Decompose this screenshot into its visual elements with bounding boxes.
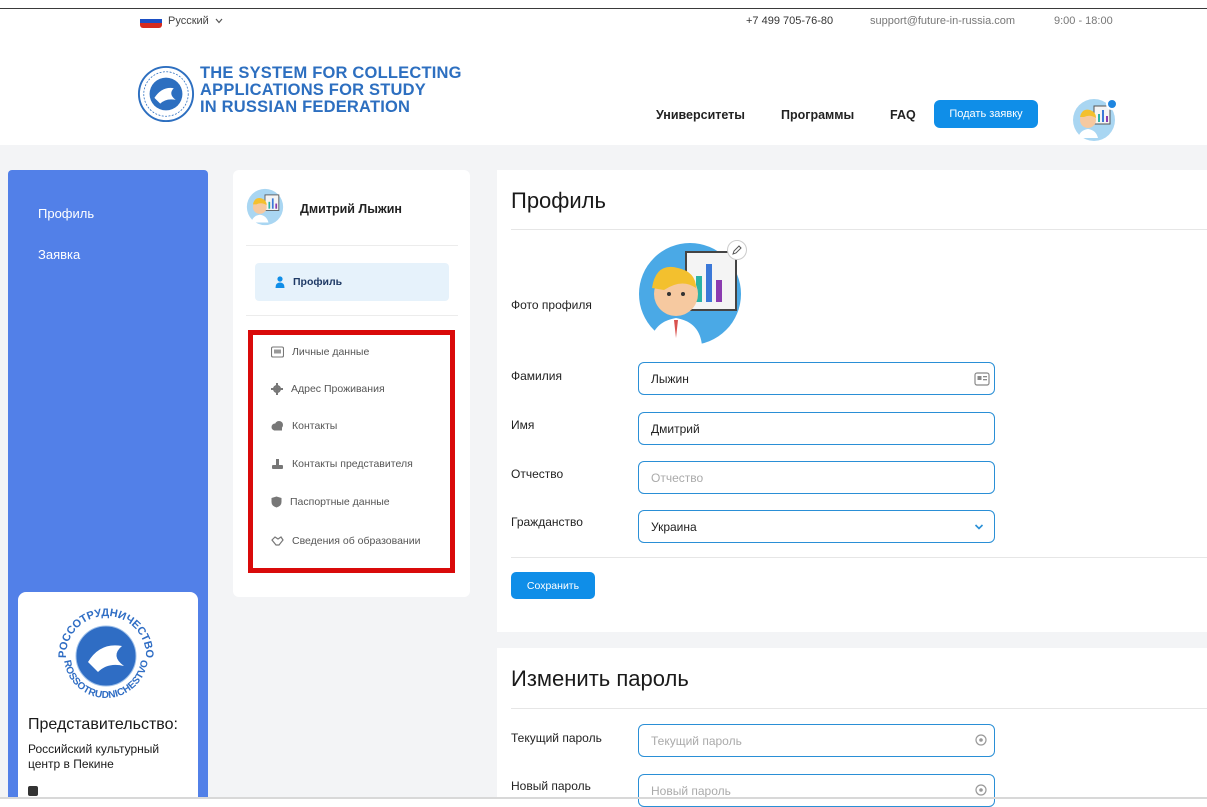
profile-nav-label: Профиль — [293, 276, 343, 288]
menu-residence-address[interactable]: Адрес Проживания — [271, 383, 385, 395]
rossotrudnichestvo-emblem: РОССОТРУДНИЧЕСТВО ROSSOTRUDNICHESTVO — [57, 607, 155, 701]
working-hours: 9:00 - 18:00 — [1054, 15, 1113, 27]
menu-contacts[interactable]: Контакты — [271, 420, 337, 432]
divider — [511, 557, 1207, 558]
language-selector[interactable]: Русский — [140, 14, 223, 28]
divider — [246, 315, 458, 316]
menu-personal-data[interactable]: Личные данные — [271, 346, 369, 358]
email-link[interactable]: support@future-in-russia.com — [870, 15, 1015, 27]
hand-icon — [272, 459, 283, 469]
menu-label: Контакты представителя — [292, 458, 413, 470]
menu-representative-contacts[interactable]: Контакты представителя — [271, 458, 413, 470]
divider — [511, 708, 1207, 709]
profile-nav-active[interactable]: Профиль — [255, 263, 449, 301]
apply-button[interactable]: Подать заявку — [934, 100, 1038, 128]
edit-photo-button[interactable] — [727, 240, 747, 260]
chevron-down-icon[interactable] — [971, 519, 987, 535]
menu-label: Паспортные данные — [290, 496, 390, 508]
current-password-label: Текущий пароль — [511, 731, 602, 745]
contact-card-icon[interactable] — [974, 371, 990, 387]
patronymic-input[interactable] — [638, 461, 995, 494]
patronymic-label: Отчество — [511, 467, 564, 481]
surname-label: Фамилия — [511, 369, 562, 383]
profile-panel: Профиль Фото профиля Фамилия Имя Отчеств… — [497, 170, 1207, 632]
chevron-down-icon — [215, 18, 223, 24]
menu-passport-data[interactable]: Паспортные данные — [271, 496, 390, 508]
logo-line-3: IN RUSSIAN FEDERATION — [200, 98, 411, 116]
representation-title: Представительство: — [28, 716, 178, 733]
new-password-input[interactable] — [638, 774, 995, 807]
page-title: Профиль — [511, 188, 606, 213]
user-name: Дмитрий Лыжин — [300, 202, 402, 216]
site-header: THE SYSTEM FOR COLLECTING APPLICATIONS F… — [0, 40, 1207, 145]
profile-navigation-card: Дмитрий Лыжин Профиль Личные данные Адре… — [233, 170, 470, 597]
new-password-label: Новый пароль — [511, 779, 591, 793]
rossotrudnichestvo-logo-icon[interactable] — [137, 65, 195, 123]
window-top-border — [0, 8, 1207, 9]
representation-text: Российский культурный центр в Пекине — [28, 742, 160, 771]
pencil-icon — [732, 245, 742, 255]
citizenship-select[interactable]: Украина — [638, 510, 995, 543]
user-avatar[interactable] — [1072, 98, 1118, 142]
location-icon — [28, 786, 38, 796]
eye-icon[interactable] — [973, 782, 989, 798]
password-section-title: Изменить пароль — [511, 666, 689, 691]
menu-label: Сведения об образовании — [292, 535, 421, 547]
name-input[interactable] — [638, 412, 995, 445]
current-password-input[interactable] — [638, 724, 995, 757]
menu-label: Адрес Проживания — [291, 383, 385, 395]
change-password-panel: Изменить пароль Текущий пароль Новый пар… — [497, 648, 1207, 807]
menu-label: Контакты — [292, 420, 338, 432]
photo-label: Фото профиля — [511, 298, 592, 312]
user-avatar-small — [246, 188, 284, 226]
site-logo-text[interactable]: THE SYSTEM FOR COLLECTING APPLICATIONS F… — [200, 65, 462, 116]
save-button[interactable]: Сохранить — [511, 572, 595, 599]
divider — [511, 229, 1207, 230]
logo-line-1: THE SYSTEM FOR COLLECTING — [200, 64, 462, 82]
representation-card: РОССОТРУДНИЧЕСТВО ROSSOTRUDNICHESTVO Пре… — [18, 592, 198, 799]
citizenship-label: Гражданство — [511, 515, 583, 529]
shield-icon — [271, 496, 282, 508]
menu-label: Личные данные — [292, 346, 370, 358]
language-label: Русский — [168, 15, 209, 27]
id-card-icon — [271, 346, 284, 358]
phone-link[interactable]: +7 499 705-76-80 — [746, 15, 833, 27]
top-info-bar: Русский +7 499 705-76-80 support@future-… — [0, 10, 1207, 34]
russia-flag-icon — [140, 14, 162, 28]
nav-programs[interactable]: Программы — [781, 108, 854, 122]
menu-education-info[interactable]: Сведения об образовании — [271, 535, 420, 547]
sidebar-item-application[interactable]: Заявка — [38, 247, 80, 262]
nav-universities[interactable]: Университеты — [656, 108, 745, 122]
surname-input[interactable] — [638, 362, 995, 395]
gear-icon — [271, 383, 283, 395]
handshake-icon — [271, 536, 284, 546]
sidebar-item-profile[interactable]: Профиль — [38, 206, 94, 221]
logo-line-2: APPLICATIONS FOR STUDY — [200, 81, 426, 99]
profile-photo[interactable] — [638, 242, 742, 346]
citizenship-value: Украина — [651, 519, 697, 534]
notification-dot — [1106, 98, 1118, 110]
eye-icon[interactable] — [973, 732, 989, 748]
user-icon — [275, 276, 285, 288]
cloud-icon — [271, 421, 283, 431]
nav-faq[interactable]: FAQ — [890, 108, 916, 122]
divider — [246, 245, 458, 246]
name-label: Имя — [511, 418, 535, 432]
